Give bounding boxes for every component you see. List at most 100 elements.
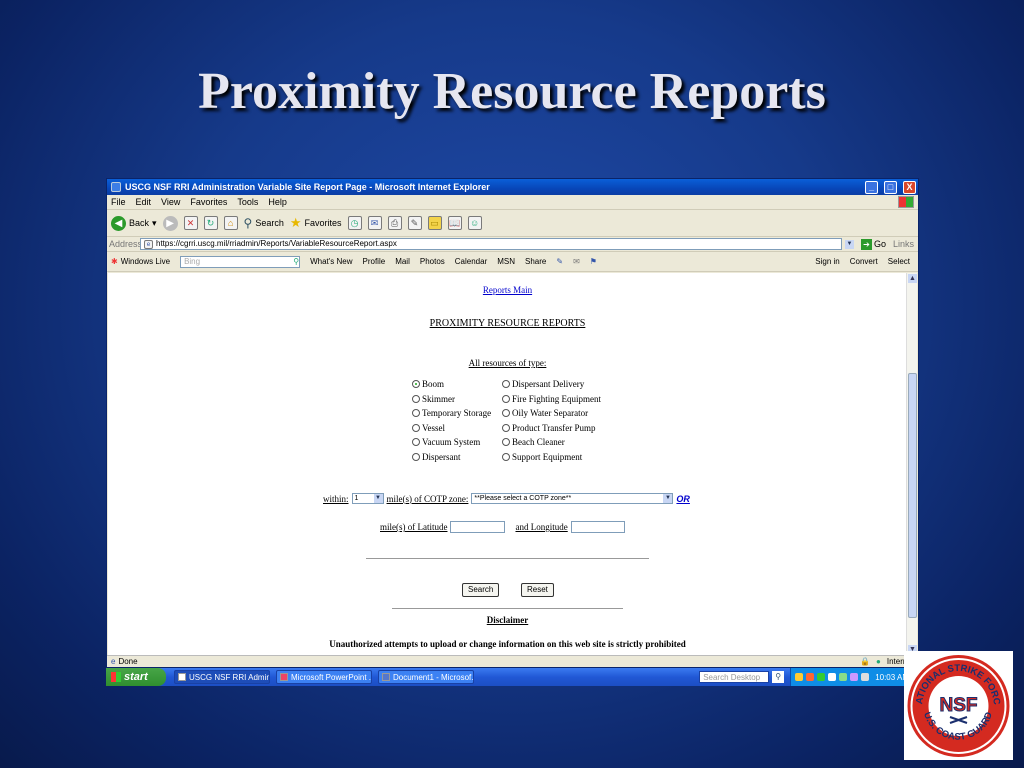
radio-button[interactable] [502,380,510,388]
task-ie[interactable]: USCG NSF RRI Admini... [174,670,270,684]
task-label: USCG NSF RRI Admini... [189,672,269,682]
radio-fire-fighting-equipment[interactable]: Fire Fighting Equipment [502,394,612,404]
within-select[interactable]: 1 ▼ [351,493,384,504]
tray-icon[interactable] [795,673,804,681]
menu-file[interactable]: File [111,197,126,207]
select-button[interactable]: Select [888,257,918,266]
tray-icon[interactable] [817,673,826,681]
home-icon[interactable]: ⌂ [223,216,238,230]
reports-main-link[interactable]: Reports Main [483,285,532,295]
radio-vessel[interactable]: Vessel [412,423,502,433]
radio-button[interactable] [412,409,420,417]
forward-button[interactable]: ▶ [162,215,178,231]
close-button[interactable]: X [903,180,916,194]
favorites-button[interactable]: ★ Favorites [290,215,342,231]
latitude-input[interactable] [450,521,506,533]
links-label[interactable]: Links [893,239,918,249]
radio-button[interactable] [502,394,510,403]
blog-icon[interactable]: ✎ [556,257,563,266]
convert-button[interactable]: Convert [850,257,878,266]
desktop-search-input[interactable]: Search Desktop [699,671,770,683]
bing-search-icon[interactable]: ⚲ [293,257,299,267]
scroll-thumb[interactable] [908,373,917,618]
maximize-button[interactable]: □ [884,180,897,194]
windows-live-button[interactable]: ✱ Windows Live [111,257,170,266]
page-scrollbar[interactable]: ▲ ▼ [906,273,917,655]
volume-icon[interactable] [861,673,870,681]
radio-dispersant-delivery[interactable]: Dispersant Delivery [502,379,612,389]
search-button[interactable]: ⚲ Search [244,216,284,230]
radio-button[interactable] [502,438,510,446]
radio-button[interactable] [502,452,510,461]
folder-icon[interactable]: ▭ [427,216,442,230]
disclaimer-link[interactable]: Disclaimer [108,615,907,625]
radio-product-transfer-pump[interactable]: Product Transfer Pump [502,423,612,433]
tray-icon[interactable] [828,673,837,681]
task-powerpoint[interactable]: Microsoft PowerPoint ... [276,670,372,684]
search-form-button[interactable]: Search [462,583,500,597]
network-icon[interactable] [839,673,848,681]
messenger-icon[interactable]: ☺ [467,216,482,230]
radio-label: Dispersant Delivery [512,379,585,389]
radio-button[interactable] [412,423,420,432]
search-icon: ⚲ [243,216,253,230]
tray-icon[interactable] [850,673,859,681]
radio-temporary-storage[interactable]: Temporary Storage [412,408,502,418]
links-mail[interactable]: Mail [395,257,410,266]
minimize-button[interactable]: _ [865,180,878,194]
scroll-up-icon[interactable]: ▲ [908,274,917,283]
radio-support-equipment[interactable]: Support Equipment [502,452,612,462]
stop-icon[interactable]: ✕ [183,216,198,230]
radio-button[interactable] [502,409,510,417]
menu-edit[interactable]: Edit [136,197,152,207]
menu-view[interactable]: View [161,197,180,207]
task-label: Document1 - Microsof... [393,672,474,682]
longitude-input[interactable] [570,521,625,533]
tray-icon[interactable] [806,673,815,681]
radio-dispersant[interactable]: Dispersant [412,452,502,462]
back-button[interactable]: ◀ Back ▾ [111,215,157,231]
refresh-icon[interactable]: ↻ [203,216,218,230]
radio-button[interactable] [412,394,420,403]
menu-favorites[interactable]: Favorites [190,197,227,207]
back-dropdown-icon[interactable]: ▾ [152,218,157,229]
radio-boom[interactable]: Boom [412,379,502,389]
desktop-search-icon[interactable]: ⚲ [772,671,785,683]
history-icon[interactable]: ◷ [347,216,362,230]
go-label: Go [873,239,886,249]
links-msn[interactable]: MSN [497,257,515,266]
cotp-zone-select[interactable]: **Please select a COTP zone** ▼ [471,493,674,504]
radio-button[interactable] [502,423,510,432]
radio-vacuum-system[interactable]: Vacuum System [412,437,502,447]
radio-button[interactable] [412,452,420,461]
go-button[interactable]: ➔ Go [857,238,890,250]
bing-search-input[interactable]: Bing ⚲ [180,255,301,268]
links-whats-new[interactable]: What's New [310,257,352,266]
translate-icon[interactable]: ⚑ [590,257,597,266]
research-icon[interactable]: 📖 [447,216,462,230]
links-calendar[interactable]: Calendar [455,257,487,266]
radio-beach-cleaner[interactable]: Beach Cleaner [502,437,612,447]
sign-in-link[interactable]: Sign in [815,257,839,266]
menu-tools[interactable]: Tools [237,197,258,207]
start-button[interactable]: start [106,668,166,686]
back-arrow-icon: ◀ [111,215,126,231]
address-input[interactable]: e https://cgrri.uscg.mil/rriadmin/Report… [140,238,842,250]
address-dropdown-icon[interactable]: ▼ [844,239,854,249]
print-icon[interactable]: ⎙ [387,216,402,230]
radio-skimmer[interactable]: Skimmer [412,394,502,404]
radio-button[interactable] [412,380,420,388]
task-word[interactable]: Document1 - Microsof... [378,670,474,684]
edit-icon[interactable]: ✎ [407,216,422,230]
links-photos[interactable]: Photos [420,257,445,266]
links-profile[interactable]: Profile [363,257,386,266]
links-share[interactable]: Share [525,257,546,266]
menu-help[interactable]: Help [268,197,287,207]
reset-button[interactable]: Reset [521,583,554,597]
mail-share-icon[interactable]: ✉ [573,257,580,266]
radio-button[interactable] [412,438,420,446]
radio-oily-water-separator[interactable]: Oily Water Separator [502,408,612,418]
mail-icon[interactable]: ✉ [367,216,382,230]
radio-label: Oily Water Separator [512,408,589,418]
window-titlebar[interactable]: USCG NSF RRI Administration Variable Sit… [107,179,918,195]
